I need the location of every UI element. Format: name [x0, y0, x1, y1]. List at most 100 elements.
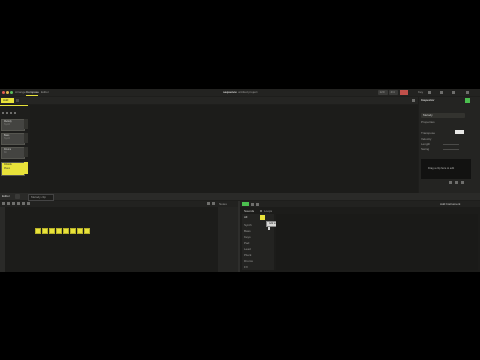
window-subtitle: untitled project: [238, 90, 258, 94]
inspector-title: Inspector: [421, 98, 435, 102]
browser-item-selected-marker: [260, 215, 265, 220]
inspector-name-field[interactable]: Melody: [421, 113, 465, 118]
scroll-icon[interactable]: [16, 99, 19, 102]
note-block[interactable]: [35, 228, 41, 234]
browser-filter[interactable]: All: [244, 216, 247, 219]
split-icon[interactable]: [17, 202, 20, 205]
note-block[interactable]: [49, 228, 55, 234]
sound-browser: Add Instrument Sounds Loops All Synth Ba…: [240, 201, 480, 272]
arrange-canvas[interactable]: [30, 105, 418, 193]
tempo-field[interactable]: 120: [378, 90, 388, 95]
transpose-label: Transpose: [421, 131, 436, 135]
settings-icon[interactable]: [440, 91, 443, 94]
metronome-icon[interactable]: [428, 91, 431, 94]
close-button[interactable]: [2, 91, 5, 94]
note-block[interactable]: [56, 228, 62, 234]
editor-header: Editor Melody clip: [0, 193, 480, 201]
length-slider[interactable]: [443, 144, 459, 145]
add-track-button[interactable]: Add: [1, 98, 14, 103]
screen: { "window": { "mode_tabs": ["Arrange", "…: [0, 0, 480, 360]
time-signature-field[interactable]: 4/4: [389, 90, 398, 95]
track-list: Melody Synth Bass Synth Drums Kit Chords…: [0, 105, 30, 193]
swing-label: Swing: [421, 147, 430, 151]
list-item[interactable]: Bass: [244, 230, 251, 233]
zoom-icon[interactable]: [27, 202, 30, 205]
tab-sounds[interactable]: Sounds: [244, 210, 254, 213]
track-clip[interactable]: Drums Kit: [1, 147, 25, 159]
note-block[interactable]: [42, 228, 48, 234]
clip-name-field[interactable]: Melody clip: [28, 194, 54, 201]
more-icon[interactable]: [461, 181, 464, 184]
editor-scrollbar[interactable]: [218, 207, 238, 272]
filter-icon[interactable]: [251, 202, 254, 206]
note-block[interactable]: [63, 228, 69, 234]
note-grid[interactable]: [5, 207, 218, 272]
editor-mode-button[interactable]: [15, 194, 20, 199]
list-item[interactable]: FX: [244, 266, 248, 269]
quantize-icon[interactable]: [22, 202, 25, 205]
app-window: Arrange Compose Editor sequence untitled…: [0, 89, 480, 272]
play-preview-icon[interactable]: [449, 181, 452, 184]
track-header-underline: [0, 105, 28, 106]
duplicate-icon[interactable]: [6, 112, 8, 114]
share-icon[interactable]: [452, 91, 455, 94]
minimize-button[interactable]: [6, 91, 9, 94]
loop-preview-icon[interactable]: [455, 181, 458, 184]
track-mute-toggle[interactable]: [24, 147, 28, 157]
transpose-toggle[interactable]: [455, 130, 464, 134]
cursor-icon: [268, 227, 270, 230]
swing-slider[interactable]: [443, 149, 459, 150]
grid-icon[interactable]: [466, 91, 469, 94]
browser-toolbar: Add Instrument: [240, 201, 480, 207]
track-clip-selected[interactable]: Chords Piano: [1, 162, 25, 176]
list-item[interactable]: Keys: [244, 236, 251, 239]
list-item[interactable]: Synth: [244, 224, 252, 227]
track-mute-toggle-active[interactable]: [24, 162, 28, 174]
notes-header: Notes: [219, 201, 227, 206]
browser-toggle[interactable]: [242, 202, 249, 206]
erase-icon[interactable]: [12, 202, 15, 205]
loop-icon[interactable]: [212, 202, 215, 205]
properties-header: Properties: [421, 120, 435, 124]
record-button[interactable]: [400, 90, 408, 95]
velocity-label: Velocity: [421, 137, 432, 141]
list-item[interactable]: Pad: [244, 242, 249, 245]
track-clip[interactable]: Bass Synth: [1, 133, 25, 145]
window-title: sequence: [223, 90, 237, 94]
menu-icon[interactable]: [14, 112, 16, 114]
arrange-toolbar: Add: [0, 97, 418, 104]
expand-icon[interactable]: [412, 99, 415, 102]
browser-detail: [276, 214, 478, 270]
inspector-panel: Inspector Melody Properties Transpose Ve…: [419, 97, 480, 193]
list-item[interactable]: Drums: [244, 260, 253, 263]
preview-hint: Drag a clip here to edit: [428, 167, 455, 170]
select-icon[interactable]: [7, 202, 10, 205]
list-item[interactable]: Lead: [244, 248, 251, 251]
key-label[interactable]: Key: [418, 91, 423, 94]
track-mute-toggle[interactable]: [24, 119, 28, 129]
note-block[interactable]: [84, 228, 90, 234]
pencil-icon[interactable]: [2, 202, 5, 205]
tab-loops[interactable]: Loops: [264, 210, 272, 213]
note-block[interactable]: [77, 228, 83, 234]
note-block[interactable]: [70, 228, 76, 234]
browser-right-label[interactable]: Add Instrument: [440, 202, 460, 206]
tab-editor[interactable]: Editor: [41, 91, 49, 94]
delete-icon[interactable]: [10, 112, 12, 114]
list-item[interactable]: Pluck: [244, 254, 251, 257]
length-label: Length: [421, 142, 431, 146]
inspector-toggle[interactable]: [465, 98, 470, 103]
view-icon[interactable]: [256, 202, 259, 206]
play-icon[interactable]: [207, 202, 210, 205]
editor-tab[interactable]: Editor: [2, 195, 10, 198]
maximize-button[interactable]: [10, 91, 13, 94]
add-icon[interactable]: [2, 112, 4, 114]
compose-underline: [26, 94, 38, 95]
piano-roll: Notes: [0, 201, 238, 272]
track-mute-toggle[interactable]: [24, 133, 28, 143]
chevron-down-icon[interactable]: [260, 210, 262, 212]
preview-area[interactable]: Drag a clip here to edit: [421, 159, 471, 179]
title-bar: Arrange Compose Editor sequence untitled…: [0, 89, 480, 96]
track-clip[interactable]: Melody Synth: [1, 119, 25, 131]
tab-arrange[interactable]: Arrange: [15, 91, 26, 94]
